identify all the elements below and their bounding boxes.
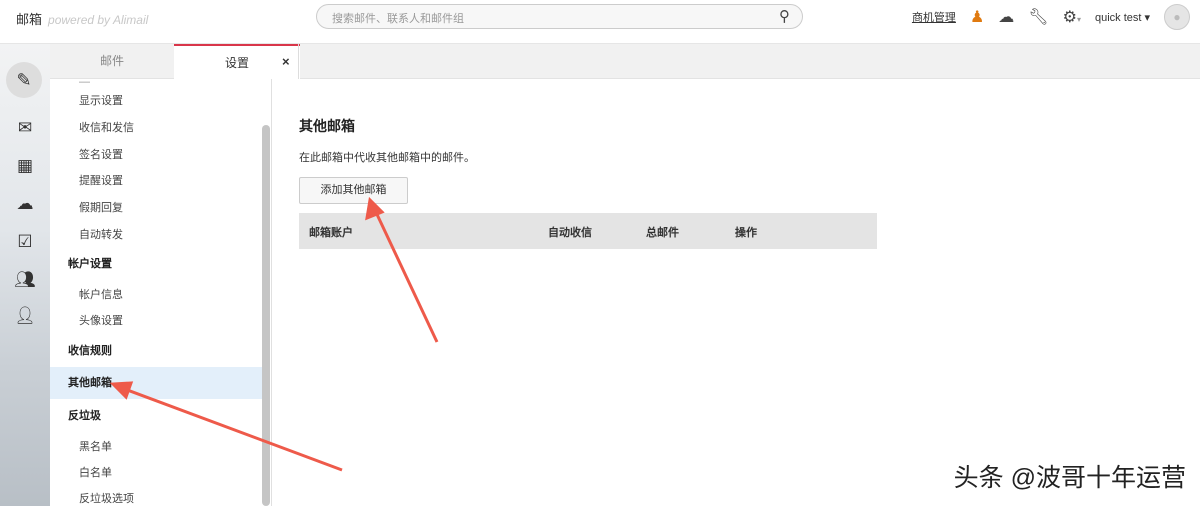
sidebar-item-other-mailbox[interactable]: 其他邮箱 [50, 367, 262, 399]
logo: 邮箱 powered by Alimail [16, 12, 149, 27]
sidebar-item-forward[interactable]: 自动转发 [50, 222, 262, 248]
gear-icon[interactable]: ⚙▾ [1063, 7, 1081, 27]
sidebar-scrollbar[interactable] [262, 125, 270, 506]
avatar-girl-icon[interactable]: ♟ [970, 7, 984, 27]
icon-rail: ✎ ✉ ▦ ☁ ☑ 👥︎ 👤︎ [0, 44, 50, 506]
sidebar-item-send-receive[interactable]: 收信和发信 [50, 115, 262, 141]
search-icon[interactable]: ⚲ [779, 7, 790, 25]
sidebar-item-account[interactable]: 帐户设置 [50, 251, 262, 277]
cloud-icon[interactable]: ☁ [998, 7, 1014, 27]
table-header: 邮箱账户 自动收信 总邮件 操作 [299, 213, 877, 249]
add-other-mailbox-button[interactable]: 添加其他邮箱 [299, 177, 408, 204]
avatar[interactable]: ● [1164, 4, 1190, 30]
sidebar-item-antispam-options[interactable]: 反垃圾选项 [50, 486, 262, 506]
sidebar-item-blacklist[interactable]: 黑名单 [50, 434, 262, 460]
search-input[interactable]: 搜索邮件、联系人和邮件组 ⚲ [316, 4, 803, 29]
profile-icon[interactable]: 👤︎ [12, 306, 38, 326]
sidebar-item-avatar[interactable]: 头像设置 [50, 308, 262, 334]
contacts-icon[interactable]: 👥︎ [12, 270, 38, 290]
col-total: 总邮件 [646, 227, 679, 239]
sidebar-item-display[interactable]: 显示设置 [50, 88, 262, 114]
divider [298, 44, 299, 79]
wrench-icon[interactable]: 🔧︎ [1028, 7, 1048, 27]
mail-icon[interactable]: ✉ [12, 118, 38, 138]
page-description: 在此邮箱中代收其他邮箱中的邮件。 [299, 152, 475, 164]
watermark: 头条 @波哥十年运营 [953, 464, 1186, 492]
sidebar-item-antispam[interactable]: 反垃圾 [50, 403, 262, 429]
sidebar-item-vacation[interactable]: 假期回复 [50, 195, 262, 221]
compose-icon[interactable]: ✎ [6, 62, 42, 98]
page-title: 其他邮箱 [299, 118, 355, 134]
col-account: 邮箱账户 [309, 227, 353, 239]
business-link[interactable]: 商机管理 [912, 9, 956, 25]
sidebar-item-account-info[interactable]: 帐户信息 [50, 282, 262, 308]
cloud-drive-icon[interactable]: ☁ [12, 194, 38, 214]
task-icon[interactable]: ☑ [12, 232, 38, 252]
tab-bar: 邮件 设置 × [50, 44, 1200, 80]
sidebar-item-rules[interactable]: 收信规则 [50, 338, 262, 364]
settings-sidebar: — 显示设置 收信和发信 签名设置 提醒设置 假期回复 自动转发 帐户设置 帐户… [50, 79, 272, 506]
sidebar-item-reminder[interactable]: 提醒设置 [50, 168, 262, 194]
col-auto-receive: 自动收信 [548, 227, 592, 239]
col-actions: 操作 [735, 227, 757, 239]
close-icon[interactable]: × [282, 44, 290, 79]
calendar-icon[interactable]: ▦ [12, 156, 38, 176]
sidebar-item-signature[interactable]: 签名设置 [50, 142, 262, 168]
user-menu[interactable]: quick test ▾ [1095, 11, 1150, 24]
tab-mail[interactable]: 邮件 [50, 44, 174, 79]
top-bar: 邮箱 powered by Alimail 搜索邮件、联系人和邮件组 ⚲ 商机管理 … [0, 0, 1200, 44]
sidebar-item-whitelist[interactable]: 白名单 [50, 460, 262, 486]
